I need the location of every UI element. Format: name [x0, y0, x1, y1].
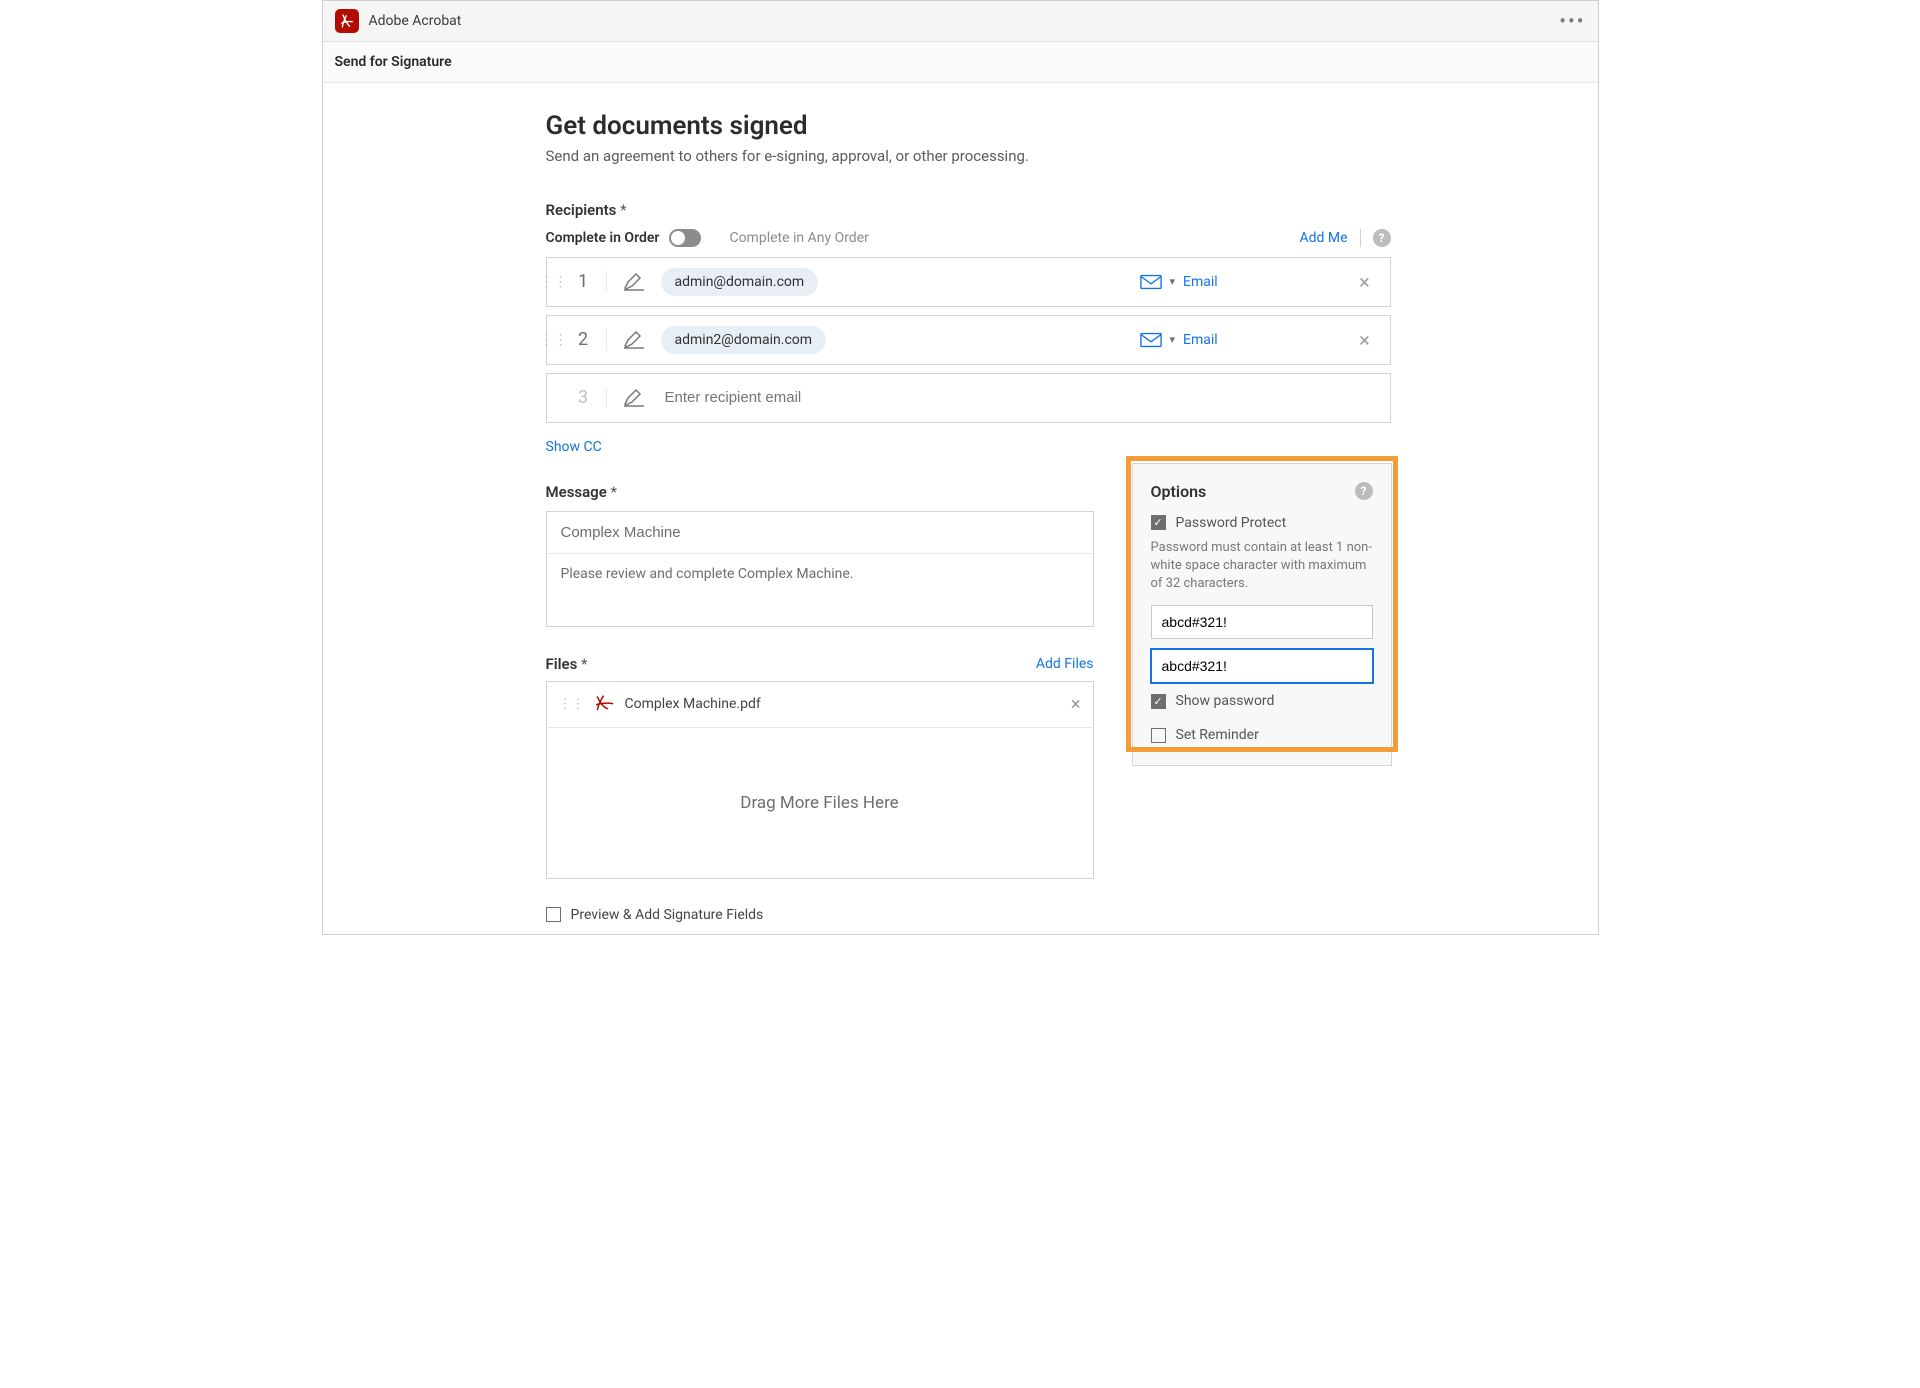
files-box: ⋮⋮ Complex Machine.pdf × Drag More Files… [546, 681, 1094, 879]
files-header: Files Add Files [546, 655, 1094, 673]
recipient-number: 3 [561, 387, 607, 408]
password-confirm-input[interactable] [1151, 649, 1373, 683]
complete-in-order-label: Complete in Order [546, 230, 660, 246]
more-menu-icon[interactable]: ••• [1559, 9, 1585, 33]
recipient-number: 2 [561, 329, 607, 350]
options-panel: Options ? ✓ Password Protect Password mu… [1132, 463, 1392, 767]
add-me-link[interactable]: Add Me [1299, 230, 1347, 246]
password-protect-checkbox[interactable]: ✓ [1151, 515, 1166, 530]
set-reminder-checkbox[interactable] [1151, 728, 1166, 743]
delivery-selector[interactable]: ▾ Email [1140, 274, 1340, 290]
delivery-label: Email [1183, 274, 1218, 290]
show-cc-link[interactable]: Show CC [546, 439, 602, 455]
page-title: Get documents signed [546, 111, 1391, 141]
drag-handle-icon[interactable]: ⋮⋮ [547, 332, 561, 348]
options-title: Options [1151, 482, 1207, 501]
set-reminder-label: Set Reminder [1176, 727, 1259, 743]
preview-label: Preview & Add Signature Fields [571, 907, 764, 923]
help-icon[interactable]: ? [1355, 482, 1373, 500]
recipient-row: ⋮⋮ 1 admin@domain.com ▾ Email × [546, 257, 1391, 307]
add-files-link[interactable]: Add Files [1036, 656, 1094, 672]
recipient-row: ⋮⋮ 3 [546, 373, 1391, 423]
pen-icon[interactable] [607, 272, 661, 292]
password-protect-label: Password Protect [1176, 515, 1287, 531]
page-subtitle: Send an agreement to others for e-signin… [546, 147, 1391, 165]
app-window: Adobe Acrobat ••• Send for Signature Get… [322, 0, 1599, 935]
file-row: ⋮⋮ Complex Machine.pdf × [547, 682, 1093, 728]
message-body-input[interactable] [547, 554, 1093, 622]
show-password-label: Show password [1176, 693, 1275, 709]
acrobat-icon [335, 9, 359, 33]
recipient-email-input[interactable] [661, 389, 1390, 406]
preview-checkbox[interactable] [546, 907, 561, 922]
order-toggle[interactable] [669, 229, 701, 247]
password-input[interactable] [1151, 605, 1373, 639]
drag-handle-icon[interactable]: ⋮⋮ [559, 697, 585, 712]
recipient-chip[interactable]: admin2@domain.com [661, 326, 827, 354]
divider [1360, 229, 1361, 247]
complete-any-order-label: Complete in Any Order [729, 230, 868, 246]
pen-icon[interactable] [607, 330, 661, 350]
pdf-icon [595, 693, 615, 715]
titlebar: Adobe Acrobat ••• [323, 1, 1598, 42]
content-area: Get documents signed Send an agreement t… [323, 83, 1598, 934]
remove-recipient-icon[interactable]: × [1340, 270, 1390, 294]
pen-icon[interactable] [607, 388, 661, 408]
delivery-label: Email [1183, 332, 1218, 348]
remove-recipient-icon[interactable]: × [1340, 328, 1390, 352]
recipient-chip[interactable]: admin@domain.com [661, 268, 819, 296]
password-description: Password must contain at least 1 non-whi… [1151, 539, 1373, 594]
delivery-selector[interactable]: ▾ Email [1140, 332, 1340, 348]
file-dropzone[interactable]: Drag More Files Here [547, 728, 1093, 878]
recipient-row: ⋮⋮ 2 admin2@domain.com ▾ Email × [546, 315, 1391, 365]
preview-row: Preview & Add Signature Fields [546, 907, 1391, 923]
help-icon[interactable]: ? [1373, 229, 1391, 247]
recipient-number: 1 [561, 271, 607, 292]
order-row: Complete in Order Complete in Any Order … [546, 229, 1391, 247]
drag-handle-icon[interactable]: ⋮⋮ [547, 274, 561, 290]
chevron-down-icon: ▾ [1170, 333, 1176, 346]
chevron-down-icon: ▾ [1170, 275, 1176, 288]
remove-file-icon[interactable]: × [1071, 694, 1081, 715]
app-title: Adobe Acrobat [369, 13, 462, 29]
files-label: Files [546, 655, 588, 673]
file-name: Complex Machine.pdf [625, 696, 761, 712]
message-box [546, 511, 1094, 627]
recipients-label: Recipients [546, 201, 1391, 219]
message-subject-input[interactable] [547, 512, 1093, 554]
subheader: Send for Signature [323, 42, 1598, 83]
show-password-checkbox[interactable]: ✓ [1151, 694, 1166, 709]
